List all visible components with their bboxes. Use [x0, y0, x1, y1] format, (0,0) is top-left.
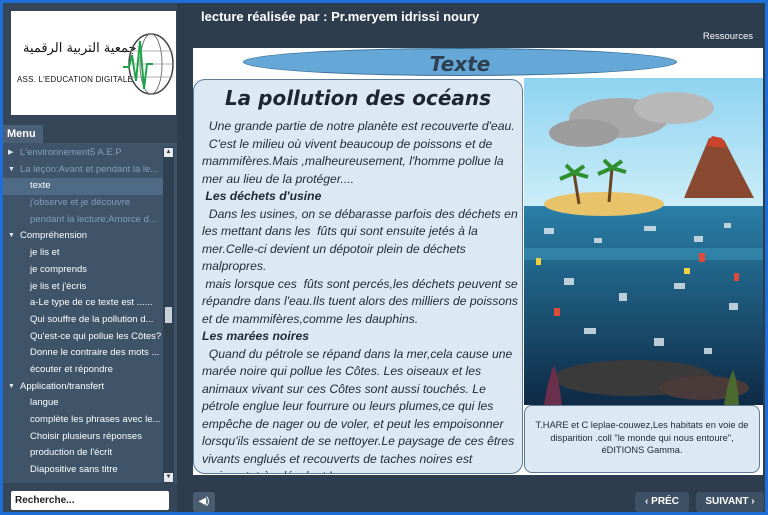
slide-canvas: Texte La pollution des océans Une grande… — [193, 48, 763, 475]
scroll-up-icon[interactable]: ▲ — [164, 148, 173, 157]
sound-icon[interactable]: ◀) — [193, 492, 215, 512]
page-title: lecture réalisée par : Pr.meryem idrissi… — [201, 9, 480, 24]
sidebar-item-label: texte — [30, 180, 51, 192]
slide-banner: Texte — [243, 48, 677, 76]
menu-scrollbar[interactable]: ▲ ▼ — [163, 147, 174, 483]
sidebar-item[interactable]: Qui souffre de la pollution d... — [3, 312, 163, 329]
banner-title: Texte — [429, 52, 491, 76]
sidebar-item-label: complète les phrases avec le... — [30, 414, 161, 425]
sidebar-item-label: Choisir plusieurs réponses — [30, 430, 142, 442]
text-subheading: Les déchets d'usine — [202, 189, 322, 203]
sidebar-item-label: je comprends — [30, 263, 88, 275]
sidebar-item-label: a-Le type de ce texte est ...... — [30, 297, 153, 309]
prev-button[interactable]: ‹ PRÉC — [635, 492, 689, 512]
logo-latin-name: ASS. L'EDUCATION DIGITALE — [17, 75, 134, 84]
sidebar-item[interactable]: Choisir plusieurs réponses — [3, 429, 163, 446]
sidebar-item[interactable]: production de l'écrit — [3, 445, 163, 462]
text-paragraph: C'est le milieu où vivent beaucoup de po… — [202, 136, 508, 186]
next-button[interactable]: SUIVANT › — [696, 492, 764, 512]
player-controls: ◀) ‹ PRÉC SUIVANT › — [177, 483, 765, 512]
text-body: Une grande partie de notre planète est r… — [202, 118, 522, 474]
image-caption: T.HARE et C leplae-couwez,Les habitats e… — [524, 405, 760, 473]
sidebar-item[interactable]: ▼ Compréhension — [3, 228, 163, 245]
sidebar-item[interactable]: je lis et — [3, 245, 163, 262]
sidebar-item[interactable]: pendant la lecture:Amorce d... — [3, 212, 163, 229]
navigation-menu: ▶ L'environnement5 A.E.P ▼ La leçon:Avant e… — [3, 143, 177, 483]
globe-logo-icon — [123, 33, 174, 95]
menu-list: ▶ L'environnement5 A.E.P ▼ La leçon:Avant e… — [3, 145, 163, 479]
sidebar-item[interactable]: a-Le type de ce texte est ...... — [3, 295, 163, 312]
search-input[interactable]: Recherche... — [11, 491, 169, 510]
sidebar-item[interactable]: écouter et répondre — [3, 362, 163, 379]
text-paragraph: Une grande partie de notre planète est r… — [202, 119, 515, 133]
text-subheading: Les marées noires — [202, 329, 310, 343]
sidebar-item-label: Qu'est-ce qui pollue les Côtes? — [30, 330, 162, 342]
ocean-illustration-icon — [524, 78, 763, 405]
sidebar-item-label: j'observe et je découvre — [30, 197, 131, 209]
menu-tab[interactable]: Menu — [3, 125, 43, 143]
text-title: La pollution des océans — [224, 86, 492, 110]
sidebar-item[interactable]: texte — [3, 178, 163, 196]
sidebar-item[interactable]: Donne le contraire des mots ... — [3, 345, 163, 362]
sidebar-item-label: Qui souffre de la pollution d... — [30, 313, 154, 325]
scroll-thumb[interactable] — [165, 307, 172, 323]
sidebar-item[interactable]: je comprends — [3, 262, 163, 279]
sidebar-item-label: L'environnement5 A.E.P — [20, 147, 122, 158]
sidebar-item-label: langue — [30, 397, 59, 409]
expand-arrow-icon[interactable]: ▶ — [8, 145, 13, 162]
sidebar-item[interactable]: ▶ L'environnement5 A.E.P — [3, 145, 163, 162]
expand-arrow-icon[interactable]: ▼ — [8, 162, 15, 179]
text-paragraph: mais lorsque ces fûts sont percés,les dé… — [202, 276, 522, 326]
sidebar-item-label: Compréhension — [20, 230, 88, 242]
text-paragraph: Quand du pétrole se répand dans la mer,c… — [202, 346, 515, 474]
resources-link[interactable]: Ressources — [703, 31, 753, 42]
sidebar-item[interactable]: langue — [3, 395, 163, 412]
sidebar-item[interactable]: j'observe et je découvre — [3, 195, 163, 212]
reading-text-panel: La pollution des océans Une grande parti… — [193, 79, 523, 474]
logo: جمعية التربية الرقمية ASS. L'EDUCATION D… — [11, 11, 176, 115]
scroll-down-icon[interactable]: ▼ — [164, 473, 173, 482]
ocean-pollution-illustration — [524, 78, 763, 405]
sidebar-item-label: La leçon:Avant et pendant la le... — [20, 163, 159, 175]
sidebar: جمعية التربية الرقمية ASS. L'EDUCATION D… — [3, 3, 177, 512]
sidebar-item-label: Donne le contraire des mots ... — [30, 347, 160, 359]
logo-arabic-name: جمعية التربية الرقمية — [23, 41, 137, 56]
sidebar-item[interactable]: je lis et j'écris — [3, 279, 163, 296]
text-paragraph: Dans les usines, on se débarasse parfois… — [202, 206, 522, 274]
sidebar-item-label: je lis et j'écris — [30, 280, 87, 292]
sidebar-item-label: Application/transfert — [20, 380, 104, 392]
sidebar-item[interactable]: ▼ Application/transfert — [3, 379, 163, 396]
sidebar-item[interactable]: ▼ La leçon:Avant et pendant la le... — [3, 162, 163, 179]
sidebar-item-label: pendant la lecture:Amorce d... — [30, 213, 157, 225]
sidebar-item[interactable]: Qu'est-ce qui pollue les Côtes? — [3, 329, 163, 346]
sidebar-item[interactable]: complète les phrases avec le... — [3, 412, 163, 429]
player-frame: جمعية التربية الرقمية ASS. L'EDUCATION D… — [0, 0, 768, 515]
expand-arrow-icon[interactable]: ▼ — [8, 379, 15, 396]
expand-arrow-icon[interactable]: ▼ — [8, 228, 15, 245]
sidebar-item-label: écouter et répondre — [30, 363, 113, 375]
sidebar-item[interactable]: Diapositive sans titre — [3, 462, 163, 479]
sidebar-item-label: je lis et — [30, 247, 60, 259]
sidebar-item-label: production de l'écrit — [30, 447, 113, 459]
sidebar-item-label: Diapositive sans titre — [30, 464, 118, 476]
